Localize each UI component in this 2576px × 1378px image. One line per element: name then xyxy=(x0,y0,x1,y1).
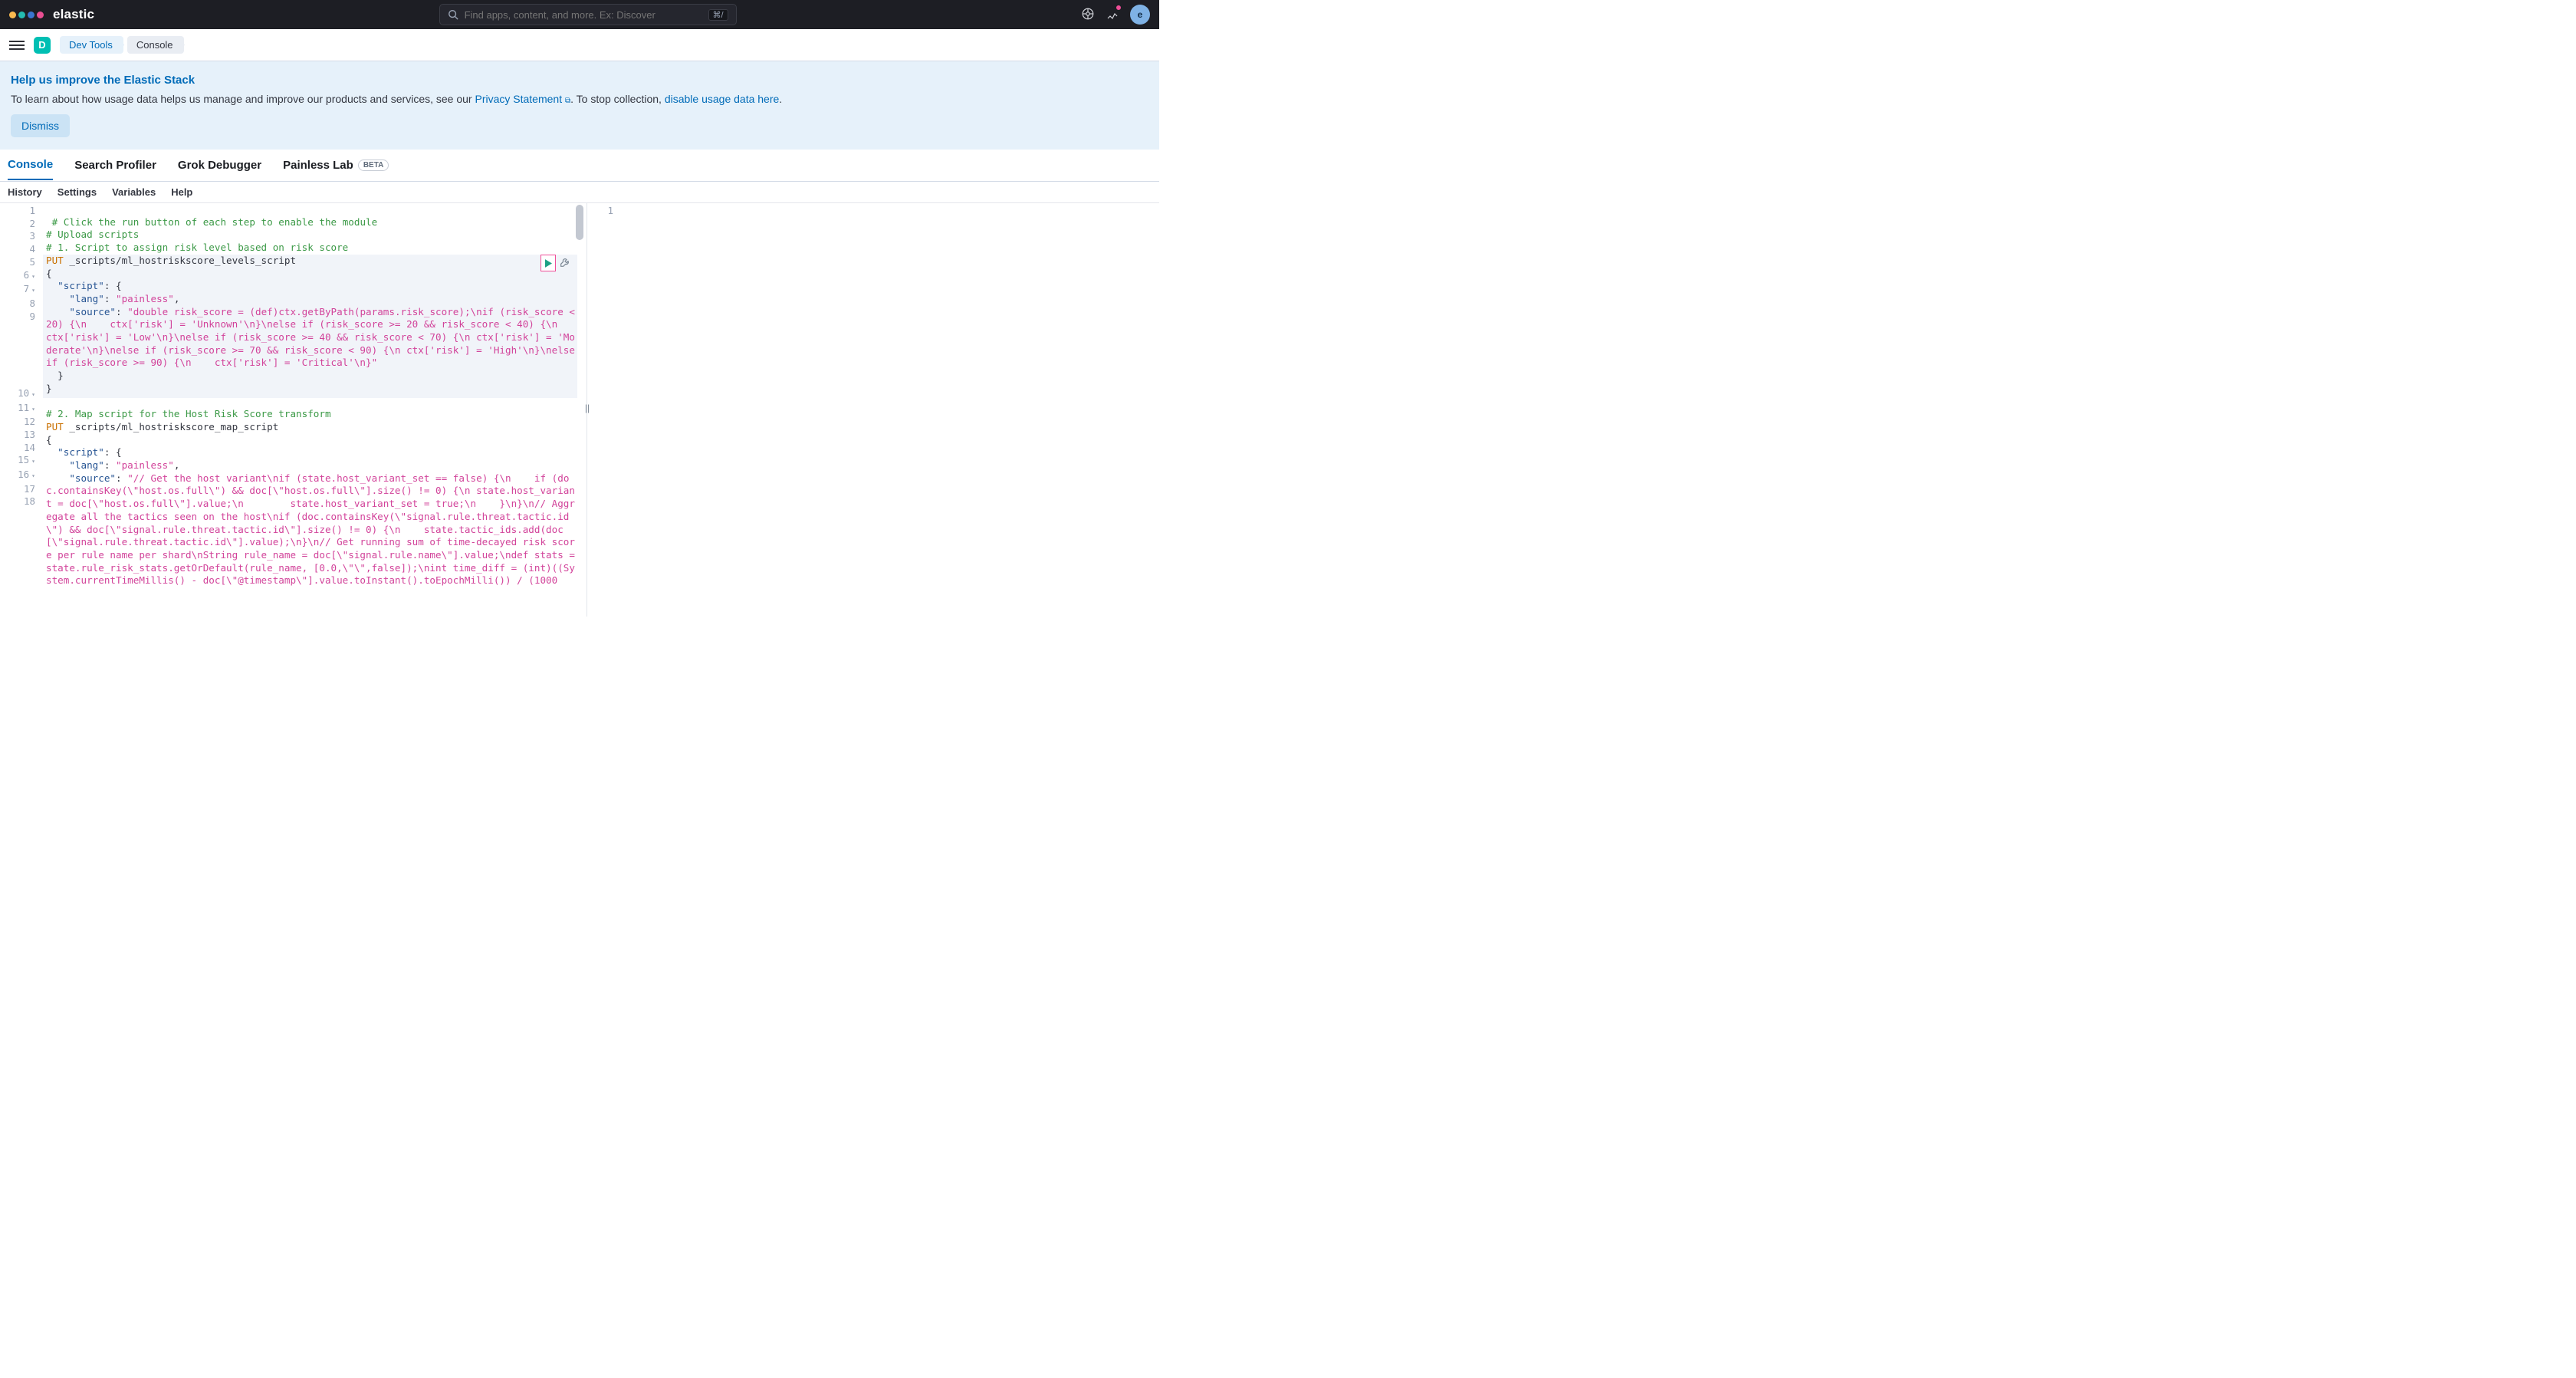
global-search[interactable]: ⌘/ xyxy=(439,4,737,25)
request-gutter: 123456789101112131415161718 xyxy=(0,203,43,617)
tab-console[interactable]: Console xyxy=(8,150,53,180)
breadcrumb-bar: D Dev Tools Console xyxy=(0,29,1159,61)
subnav-variables[interactable]: Variables xyxy=(112,186,156,198)
subnav-help[interactable]: Help xyxy=(171,186,192,198)
global-header: elastic ⌘/ e xyxy=(0,0,1159,29)
request-editor[interactable]: # Click the run button of each step to e… xyxy=(46,203,579,617)
space-badge[interactable]: D xyxy=(34,37,51,54)
tab-grok-debugger[interactable]: Grok Debugger xyxy=(178,151,261,179)
brand-text[interactable]: elastic xyxy=(53,7,94,22)
privacy-statement-link[interactable]: Privacy Statement ⧉ xyxy=(475,93,570,105)
notification-dot xyxy=(1116,5,1122,11)
scrollbar[interactable] xyxy=(576,205,583,240)
tab-search-profiler[interactable]: Search Profiler xyxy=(74,151,156,179)
dismiss-button[interactable]: Dismiss xyxy=(11,114,70,137)
breadcrumb-console: Console xyxy=(127,36,184,54)
subnav-settings[interactable]: Settings xyxy=(58,186,97,198)
response-editor[interactable] xyxy=(624,203,1152,617)
callout-title: Help us improve the Elastic Stack xyxy=(11,74,1144,87)
search-input[interactable] xyxy=(465,9,702,21)
user-avatar[interactable]: e xyxy=(1130,5,1150,25)
response-gutter: 1 xyxy=(587,203,621,617)
console-subnav: History Settings Variables Help xyxy=(0,182,1159,202)
newsfeed-icon[interactable] xyxy=(1106,7,1119,23)
console-editor-area: 123456789101112131415161718 # Click the … xyxy=(0,202,1159,617)
search-shortcut: ⌘/ xyxy=(708,9,728,21)
nav-toggle-icon[interactable] xyxy=(9,41,25,50)
beta-badge: BETA xyxy=(358,160,389,171)
pane-splitter[interactable]: || xyxy=(584,403,590,413)
devtools-tabs: Console Search Profiler Grok Debugger Pa… xyxy=(0,150,1159,182)
help-menu-icon[interactable] xyxy=(1081,7,1095,23)
search-icon xyxy=(448,9,458,20)
request-pane[interactable]: 123456789101112131415161718 # Click the … xyxy=(0,203,587,617)
disable-telemetry-link[interactable]: disable usage data here xyxy=(665,93,779,105)
telemetry-callout: Help us improve the Elastic Stack To lea… xyxy=(0,61,1159,150)
elastic-logo-icon xyxy=(9,12,44,18)
breadcrumb-dev-tools[interactable]: Dev Tools xyxy=(60,36,123,54)
tab-painless-lab[interactable]: Painless Lab BETA xyxy=(283,151,389,179)
response-pane[interactable]: 1 xyxy=(587,203,1159,617)
callout-body: To learn about how usage data helps us m… xyxy=(11,93,1144,105)
run-request-button[interactable] xyxy=(540,255,556,271)
request-options-icon[interactable] xyxy=(559,256,571,271)
subnav-history[interactable]: History xyxy=(8,186,42,198)
